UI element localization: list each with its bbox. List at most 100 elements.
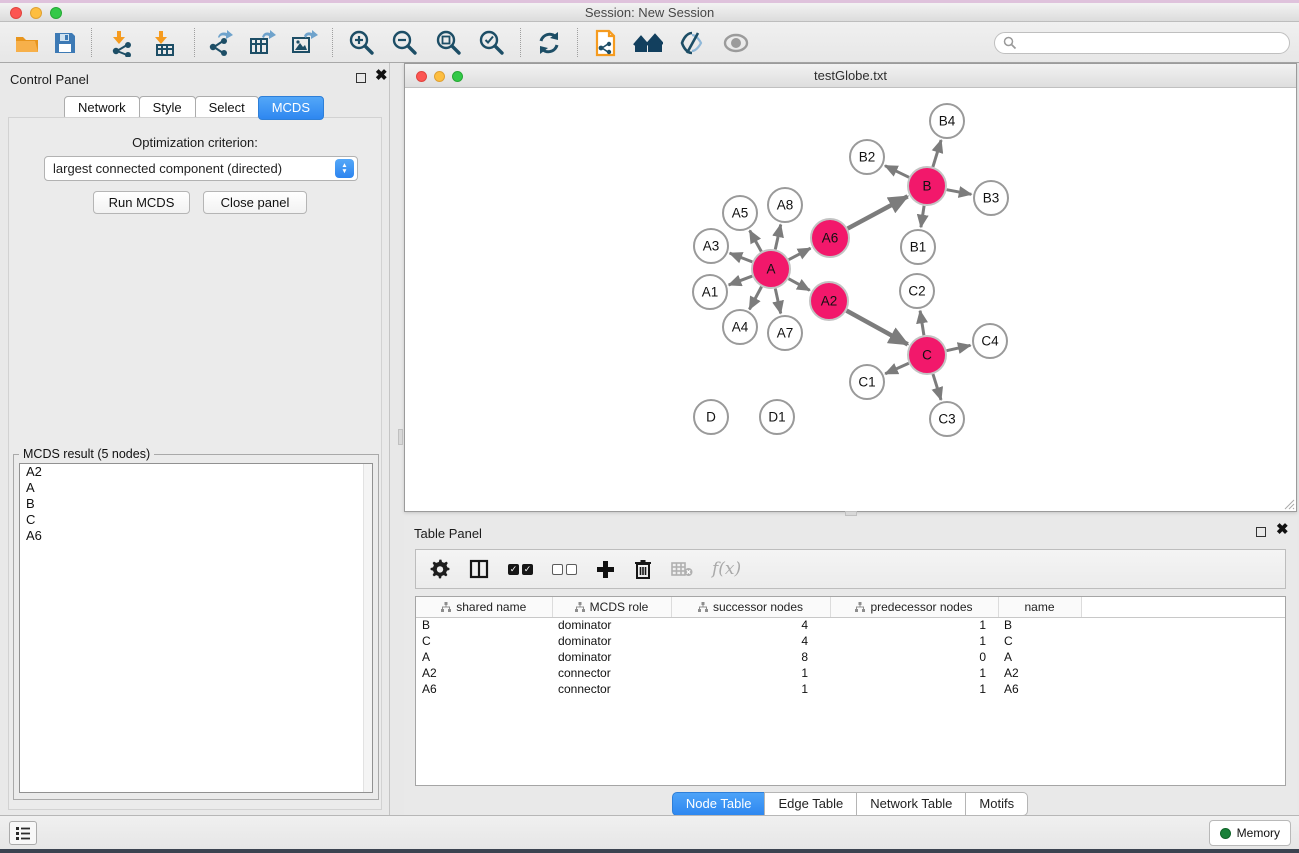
column-header-successor-nodes[interactable]: successor nodes bbox=[671, 597, 830, 617]
graph-node-A4[interactable]: A4 bbox=[723, 310, 757, 344]
graph-node-A5[interactable]: A5 bbox=[723, 196, 757, 230]
zoom-fit-icon[interactable] bbox=[434, 28, 464, 58]
node-table[interactable]: shared nameMCDS rolesuccessor nodesprede… bbox=[415, 596, 1286, 786]
graph-edge-C-C2[interactable] bbox=[920, 311, 924, 335]
scrollbar-track[interactable] bbox=[363, 464, 372, 792]
graph-node-C[interactable]: C bbox=[908, 336, 946, 374]
graph-node-B3[interactable]: B3 bbox=[974, 181, 1008, 215]
graph-node-A[interactable]: A bbox=[752, 250, 790, 288]
graph-node-B2[interactable]: B2 bbox=[850, 140, 884, 174]
graph-node-A6[interactable]: A6 bbox=[811, 219, 849, 257]
graph-edge-A-A5[interactable] bbox=[750, 230, 762, 251]
graph-node-C1[interactable]: C1 bbox=[850, 365, 884, 399]
list-item[interactable]: B bbox=[20, 496, 372, 512]
resize-grip-icon[interactable] bbox=[1282, 497, 1295, 510]
column-header-shared-name[interactable]: shared name bbox=[416, 597, 552, 617]
tab-motifs[interactable]: Motifs bbox=[965, 792, 1028, 816]
graph-node-A3[interactable]: A3 bbox=[694, 229, 728, 263]
columns-icon[interactable] bbox=[469, 559, 489, 579]
float-table-panel-icon[interactable] bbox=[1256, 527, 1266, 537]
hide-selected-icon[interactable] bbox=[677, 28, 707, 58]
refresh-icon[interactable] bbox=[534, 28, 564, 58]
graph-edge-A-A7[interactable] bbox=[775, 289, 780, 314]
search-input[interactable] bbox=[1017, 36, 1281, 50]
tab-node-table[interactable]: Node Table bbox=[672, 792, 766, 816]
graph-node-C3[interactable]: C3 bbox=[930, 402, 964, 436]
import-network-icon[interactable] bbox=[108, 28, 138, 58]
graph-edge-B-B3[interactable] bbox=[947, 190, 972, 195]
run-mcds-button[interactable]: Run MCDS bbox=[93, 191, 190, 214]
zoom-out-icon[interactable] bbox=[390, 28, 420, 58]
table-row[interactable]: Cdominator41C bbox=[416, 633, 1285, 649]
graph-node-A1[interactable]: A1 bbox=[693, 275, 727, 309]
task-history-button[interactable] bbox=[9, 821, 37, 845]
graph-node-B4[interactable]: B4 bbox=[930, 104, 964, 138]
graph-edge-A2-C[interactable] bbox=[847, 311, 908, 345]
tab-network-table[interactable]: Network Table bbox=[856, 792, 966, 816]
zoom-in-icon[interactable] bbox=[347, 28, 377, 58]
export-image-icon[interactable] bbox=[289, 28, 319, 58]
home-network-icon[interactable] bbox=[633, 28, 663, 58]
graph-edge-B-B2[interactable] bbox=[885, 166, 909, 178]
column-header-predecessor-nodes[interactable]: predecessor nodes bbox=[830, 597, 998, 617]
close-panel-button[interactable]: Close panel bbox=[203, 191, 307, 214]
graph-edge-B-B1[interactable] bbox=[921, 206, 924, 227]
column-header-name[interactable]: name bbox=[998, 597, 1081, 617]
table-row[interactable]: A2connector11A2 bbox=[416, 665, 1285, 681]
graph-node-C2[interactable]: C2 bbox=[900, 274, 934, 308]
graph-node-A7[interactable]: A7 bbox=[768, 316, 802, 350]
tab-mcds[interactable]: MCDS bbox=[258, 96, 324, 120]
graph-edge-A-A8[interactable] bbox=[775, 225, 780, 250]
table-row[interactable]: A6connector11A6 bbox=[416, 681, 1285, 697]
memory-button[interactable]: Memory bbox=[1209, 820, 1291, 846]
list-item[interactable]: A6 bbox=[20, 528, 372, 544]
gear-icon[interactable] bbox=[430, 559, 450, 579]
graph-edge-A-A6[interactable] bbox=[789, 248, 811, 259]
graph-edge-A-A2[interactable] bbox=[789, 279, 810, 291]
list-item[interactable]: C bbox=[20, 512, 372, 528]
first-neighbors-icon[interactable] bbox=[591, 28, 621, 58]
graph-edge-C-C3[interactable] bbox=[933, 374, 941, 400]
graph-edge-C-C1[interactable] bbox=[885, 363, 909, 374]
select-all-icon[interactable]: ✓✓ bbox=[508, 564, 533, 575]
mcds-result-list[interactable]: A2ABCA6 bbox=[19, 463, 373, 793]
graph-node-D1[interactable]: D1 bbox=[760, 400, 794, 434]
float-panel-icon[interactable] bbox=[356, 73, 366, 83]
splitter-handle-horizontal[interactable] bbox=[845, 511, 857, 516]
optimization-criterion-select[interactable]: largest connected component (directed) ▲… bbox=[44, 156, 358, 181]
show-all-icon[interactable] bbox=[721, 28, 751, 58]
graph-edge-A-A1[interactable] bbox=[729, 276, 753, 285]
table-row[interactable]: Adominator80A bbox=[416, 649, 1285, 665]
close-table-panel-icon[interactable]: ✖ bbox=[1276, 523, 1289, 537]
graph-edge-A-A3[interactable] bbox=[730, 253, 753, 262]
splitter-handle-vertical[interactable] bbox=[398, 429, 403, 445]
export-table-icon[interactable] bbox=[247, 28, 277, 58]
search-field[interactable] bbox=[994, 32, 1290, 54]
list-item[interactable]: A bbox=[20, 480, 372, 496]
graph-edge-C-C4[interactable] bbox=[947, 345, 971, 350]
graph-node-A2[interactable]: A2 bbox=[810, 282, 848, 320]
delete-icon[interactable] bbox=[634, 559, 652, 579]
graph-node-A8[interactable]: A8 bbox=[768, 188, 802, 222]
close-panel-icon[interactable]: ✖ bbox=[375, 69, 388, 83]
table-row[interactable]: Bdominator41B bbox=[416, 617, 1285, 633]
column-header-MCDS-role[interactable]: MCDS role bbox=[552, 597, 671, 617]
graph-node-B[interactable]: B bbox=[908, 167, 946, 205]
list-item[interactable]: A2 bbox=[20, 464, 372, 480]
network-window-titlebar[interactable]: testGlobe.txt bbox=[405, 64, 1296, 88]
import-table-icon[interactable] bbox=[150, 28, 180, 58]
open-folder-icon[interactable] bbox=[12, 28, 42, 58]
tab-edge-table[interactable]: Edge Table bbox=[764, 792, 857, 816]
save-icon[interactable] bbox=[50, 28, 80, 58]
graph-node-C4[interactable]: C4 bbox=[973, 324, 1007, 358]
graph-node-B1[interactable]: B1 bbox=[901, 230, 935, 264]
graph-edge-A-A4[interactable] bbox=[749, 287, 761, 310]
zoom-selected-icon[interactable] bbox=[477, 28, 507, 58]
graph-edge-A6-B[interactable] bbox=[848, 196, 908, 228]
graph-node-D[interactable]: D bbox=[694, 400, 728, 434]
add-icon[interactable] bbox=[596, 560, 615, 579]
export-network-icon[interactable] bbox=[205, 28, 235, 58]
deselect-all-icon[interactable] bbox=[552, 564, 577, 575]
graph-edge-B-B4[interactable] bbox=[933, 140, 941, 167]
network-canvas[interactable]: B4 B2 B B3 A8 A5 A6 A3 B1 A A1 C2 A2 A4 A7 C4 C C1 C3 D D1 bbox=[405, 88, 1296, 511]
